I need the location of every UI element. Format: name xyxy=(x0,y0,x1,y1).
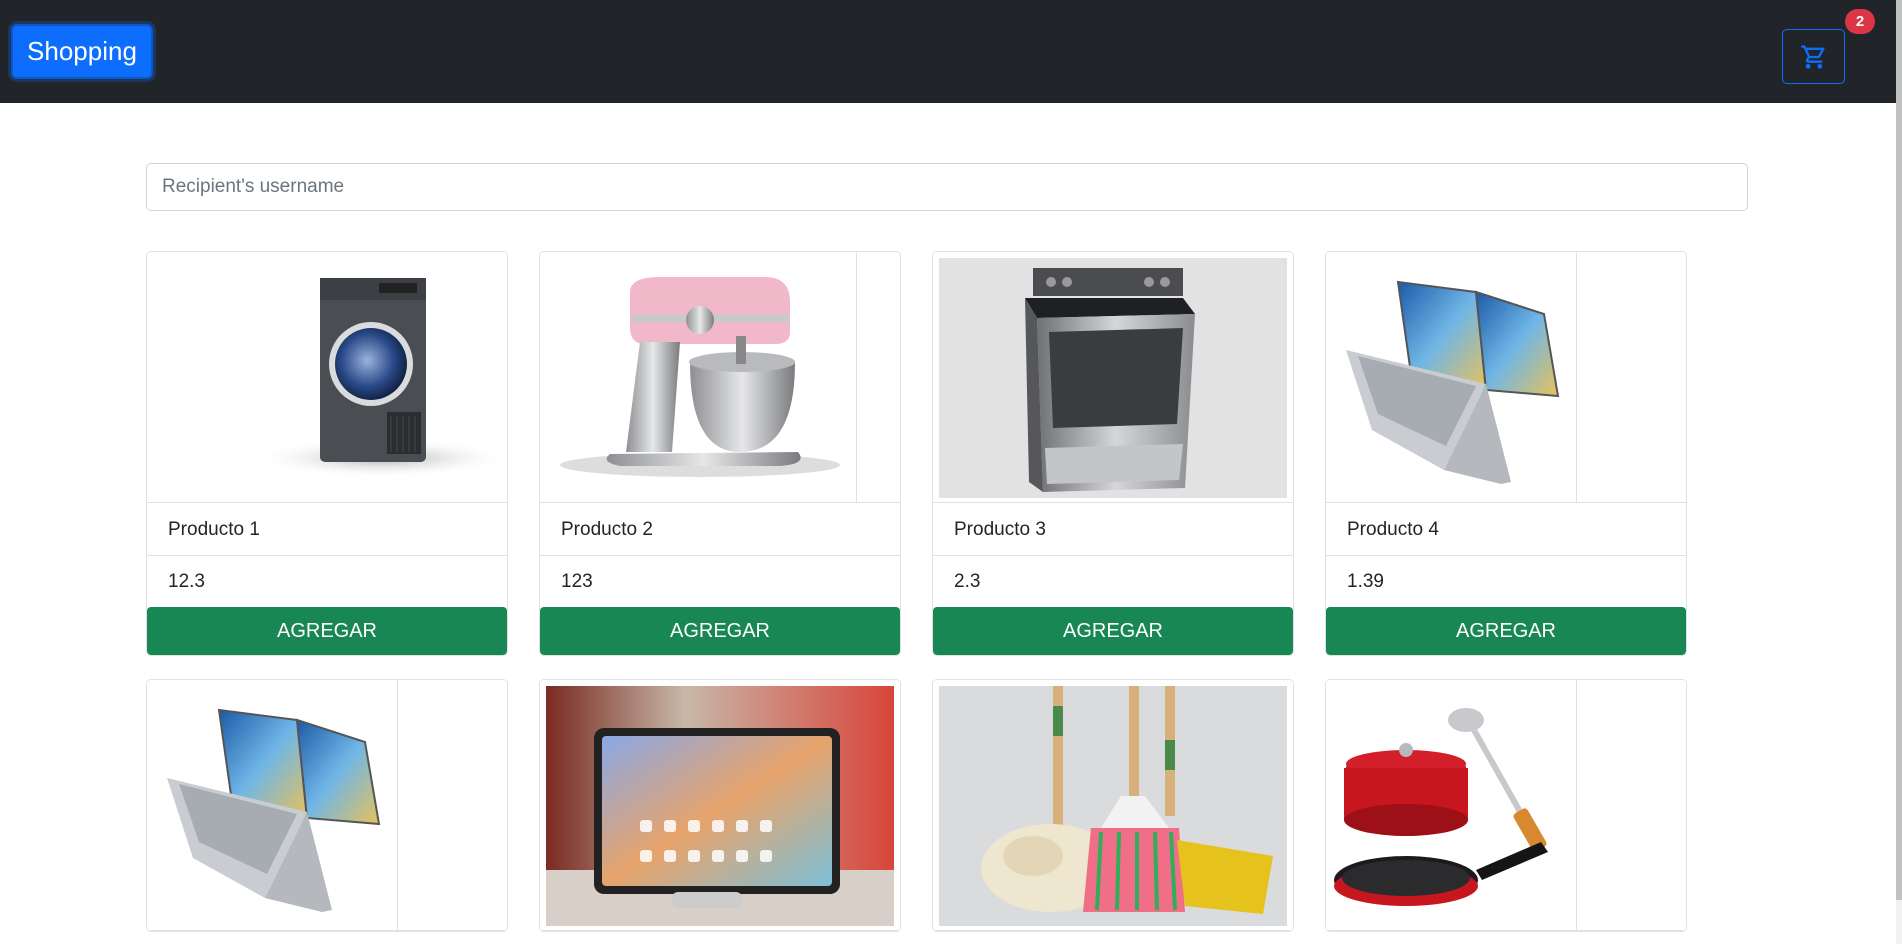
product-name: Producto 1 xyxy=(147,503,507,556)
cart-icon xyxy=(1800,44,1825,69)
add-to-cart-button[interactable]: AGREGAR xyxy=(540,607,900,655)
product-price: 12.3 xyxy=(168,571,205,592)
tablet-image xyxy=(540,680,900,930)
product-card xyxy=(1325,679,1687,932)
product-image xyxy=(540,680,900,931)
search-input[interactable] xyxy=(146,163,1748,211)
product-image xyxy=(1326,680,1686,931)
product-image xyxy=(147,252,507,503)
scrollbar[interactable] xyxy=(1896,0,1902,944)
product-card: Producto 2 123 AGREGAR xyxy=(539,251,901,656)
product-card xyxy=(539,679,901,932)
product-name: Producto 4 xyxy=(1326,503,1686,556)
add-to-cart-button[interactable]: AGREGAR xyxy=(933,607,1293,655)
product-card xyxy=(146,679,508,932)
product-image xyxy=(540,252,900,503)
add-to-cart-button[interactable]: AGREGAR xyxy=(147,607,507,655)
stand-mixer-image xyxy=(540,252,856,502)
cart-button[interactable] xyxy=(1782,29,1845,84)
product-card: Producto 4 1.39 AGREGAR xyxy=(1325,251,1687,656)
product-price: 123 xyxy=(561,571,593,592)
cookware-set-image xyxy=(1326,680,1576,930)
product-image xyxy=(147,680,507,931)
add-to-cart-button[interactable]: AGREGAR xyxy=(1326,607,1686,655)
product-image xyxy=(933,252,1293,503)
product-price: 2.3 xyxy=(954,571,981,592)
product-card: Producto 1 12.3 AGREGAR xyxy=(146,251,508,656)
convertible-laptop-image xyxy=(147,680,397,930)
convertible-laptop-image xyxy=(1326,252,1576,502)
navbar: Shopping 2 xyxy=(0,0,1902,103)
washing-machine-image xyxy=(147,252,507,502)
cart-count-badge: 2 xyxy=(1845,9,1875,34)
product-card: Producto 3 2.3 AGREGAR xyxy=(932,251,1294,656)
scrollbar-thumb[interactable] xyxy=(1896,0,1902,900)
stove-oven-image xyxy=(933,252,1293,502)
product-price: 1.39 xyxy=(1347,571,1384,592)
product-name: Producto 3 xyxy=(933,503,1293,556)
product-card xyxy=(932,679,1294,932)
product-image xyxy=(933,680,1293,931)
product-image xyxy=(1326,252,1686,503)
brand-button[interactable]: Shopping xyxy=(11,24,153,79)
mop-and-broom-image xyxy=(933,680,1293,930)
product-name: Producto 2 xyxy=(540,503,900,556)
